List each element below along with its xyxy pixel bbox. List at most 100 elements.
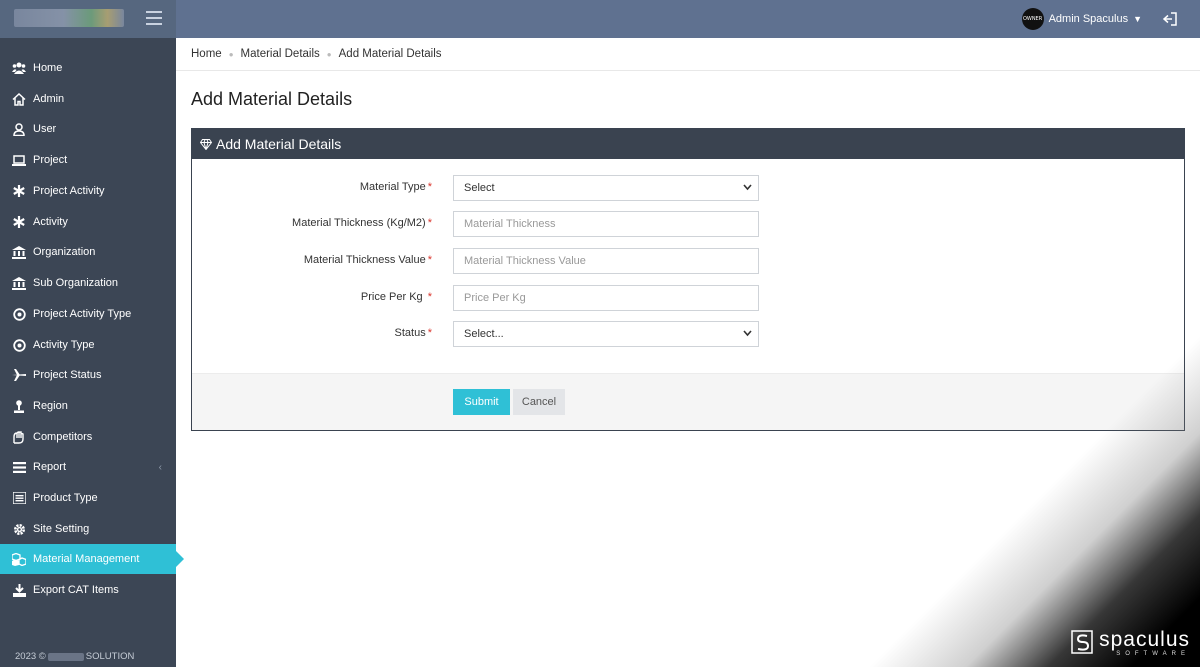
user-name: Admin Spaculus bbox=[1048, 13, 1129, 25]
material-thickness-value-input[interactable]: Material Thickness Value bbox=[453, 248, 759, 274]
breadcrumb: Home ● Material Details ● Add Material D… bbox=[176, 38, 1200, 71]
target-icon bbox=[12, 338, 26, 352]
laptop-icon bbox=[12, 153, 26, 167]
chevron-left-icon: ‹ bbox=[158, 461, 162, 473]
sidebar-item-export-cat-items[interactable]: Export CAT Items bbox=[0, 575, 176, 605]
material-type-row: Material Type * Select bbox=[192, 175, 1184, 201]
card-title: Add Material Details bbox=[216, 136, 342, 152]
bank-icon bbox=[12, 245, 26, 259]
sidebar-item-label: Organization bbox=[33, 246, 96, 258]
sidebar-item-label: User bbox=[33, 123, 57, 135]
sidebar-item-label: Admin bbox=[33, 93, 65, 105]
pin-icon bbox=[12, 399, 26, 413]
sidebar-item-product-type[interactable]: Product Type bbox=[0, 483, 176, 513]
breadcrumb-home[interactable]: Home bbox=[191, 48, 222, 60]
watermark-sub: SOFTWARE bbox=[1116, 650, 1190, 657]
users-icon bbox=[12, 61, 26, 75]
sidebar-item-admin[interactable]: Admin bbox=[0, 84, 176, 114]
sidebar-item-label: Activity Type bbox=[33, 339, 95, 351]
breadcrumb-separator: ● bbox=[228, 49, 234, 59]
sidebar-item-activity-type[interactable]: Activity Type bbox=[0, 330, 176, 360]
status-select[interactable]: Select... bbox=[453, 321, 759, 347]
breadcrumb-material-details[interactable]: Material Details bbox=[241, 48, 320, 60]
sidebar-item-home[interactable]: Home bbox=[0, 53, 176, 83]
sidebar-item-label: Sub Organization bbox=[33, 277, 118, 289]
price-per-kg-row: Price Per Kg * Price Per Kg bbox=[192, 285, 1184, 311]
list-icon bbox=[12, 460, 26, 474]
breadcrumb-current: Add Material Details bbox=[338, 48, 442, 60]
sidebar-item-label: Competitors bbox=[33, 431, 93, 443]
sidebar-item-label: Activity bbox=[33, 216, 68, 228]
chevron-down-icon bbox=[743, 330, 752, 337]
target-icon bbox=[12, 307, 26, 321]
brand-area bbox=[0, 0, 176, 38]
asterisk-icon bbox=[12, 215, 26, 229]
sidebar-item-sub-organization[interactable]: Sub Organization bbox=[0, 268, 176, 298]
sidebar-item-project[interactable]: Project bbox=[0, 145, 176, 175]
user-menu[interactable]: OWNER Admin Spaculus ▼ bbox=[1021, 8, 1142, 30]
home-icon bbox=[12, 92, 26, 106]
top-bar: OWNER Admin Spaculus ▼ bbox=[0, 0, 1200, 38]
sidebar-item-project-activity[interactable]: Project Activity bbox=[0, 176, 176, 206]
sidebar-item-report[interactable]: Report ‹ bbox=[0, 452, 176, 482]
footer-year: 2023 © bbox=[15, 651, 46, 662]
plane-icon bbox=[12, 368, 26, 382]
footer-redacted-name bbox=[47, 652, 84, 661]
add-material-card: Add Material Details Material Type * Sele… bbox=[191, 128, 1185, 431]
material-thickness-value-row: Material Thickness Value * Material Thick… bbox=[192, 248, 1184, 274]
material-thickness-input[interactable]: Material Thickness bbox=[453, 211, 759, 237]
diamond-icon bbox=[200, 138, 212, 150]
logout-icon[interactable] bbox=[1162, 12, 1178, 26]
sidebar-item-site-setting[interactable]: Site Setting bbox=[0, 514, 176, 544]
material-thickness-value-label: Material Thickness Value * bbox=[303, 254, 432, 266]
sidebar-item-activity[interactable]: Activity bbox=[0, 207, 176, 237]
gear-icon bbox=[12, 522, 26, 536]
download-icon bbox=[12, 583, 26, 597]
breadcrumb-separator: ● bbox=[326, 49, 332, 59]
card-footer: Submit Cancel bbox=[192, 373, 1184, 430]
sidebar-item-label: Region bbox=[33, 400, 68, 412]
sidebar-item-label: Project bbox=[33, 154, 68, 166]
sidebar-item-label: Project Activity bbox=[33, 185, 105, 197]
cancel-button[interactable]: Cancel bbox=[513, 389, 565, 415]
sidebar-item-project-status[interactable]: Project Status bbox=[0, 360, 176, 390]
page-title: Add Material Details bbox=[191, 89, 353, 109]
submit-button[interactable]: Submit bbox=[453, 389, 510, 415]
sidebar-item-label: Home bbox=[33, 62, 63, 74]
sidebar-item-label: Project Status bbox=[33, 369, 102, 381]
sidebar-item-region[interactable]: Region bbox=[0, 391, 176, 421]
chevron-down-icon: ▼ bbox=[1133, 14, 1142, 24]
sidebar-item-competitors[interactable]: Competitors bbox=[0, 422, 176, 452]
brand-logo[interactable] bbox=[14, 9, 124, 27]
sidebar-item-label: Project Activity Type bbox=[33, 308, 132, 320]
spaculus-logo-icon bbox=[1071, 630, 1093, 654]
material-type-label: Material Type * bbox=[359, 181, 432, 193]
status-label: Status * bbox=[394, 327, 432, 339]
footer-copyright: 2023 © SOLUTION bbox=[15, 651, 134, 662]
sidebar-item-label: Site Setting bbox=[33, 523, 90, 535]
footer-company: SOLUTION bbox=[85, 651, 135, 662]
handshake-icon bbox=[12, 430, 26, 444]
sidebar-item-label: Product Type bbox=[33, 492, 98, 504]
material-type-select[interactable]: Select bbox=[453, 175, 759, 201]
sidebar-item-label: Export CAT Items bbox=[33, 584, 119, 596]
sidebar-item-user[interactable]: User bbox=[0, 114, 176, 144]
status-row: Status * Select... bbox=[192, 321, 1184, 347]
watermark-logo: spaculus SOFTWARE bbox=[1070, 629, 1190, 657]
sidebar-item-project-activity-type[interactable]: Project Activity Type bbox=[0, 299, 176, 329]
sidebar-item-label: Material Management bbox=[33, 553, 140, 565]
sidebar-item-label: Report bbox=[33, 461, 67, 473]
asterisk-icon bbox=[12, 184, 26, 198]
watermark-brand: spaculus bbox=[1099, 627, 1190, 651]
chevron-down-icon bbox=[743, 184, 752, 191]
price-per-kg-label: Price Per Kg * bbox=[360, 291, 432, 303]
menu-toggle-button[interactable] bbox=[146, 11, 162, 25]
card-header: Add Material Details bbox=[192, 129, 1184, 159]
product-list-icon bbox=[12, 491, 26, 505]
sidebar-item-material-management[interactable]: Material Management bbox=[0, 544, 184, 574]
bank-icon bbox=[12, 276, 26, 290]
price-per-kg-input[interactable]: Price Per Kg bbox=[453, 285, 759, 311]
material-thickness-label: Material Thickness (Kg/M2) * bbox=[292, 217, 432, 229]
sidebar-item-organization[interactable]: Organization bbox=[0, 237, 176, 267]
user-icon bbox=[12, 122, 26, 136]
